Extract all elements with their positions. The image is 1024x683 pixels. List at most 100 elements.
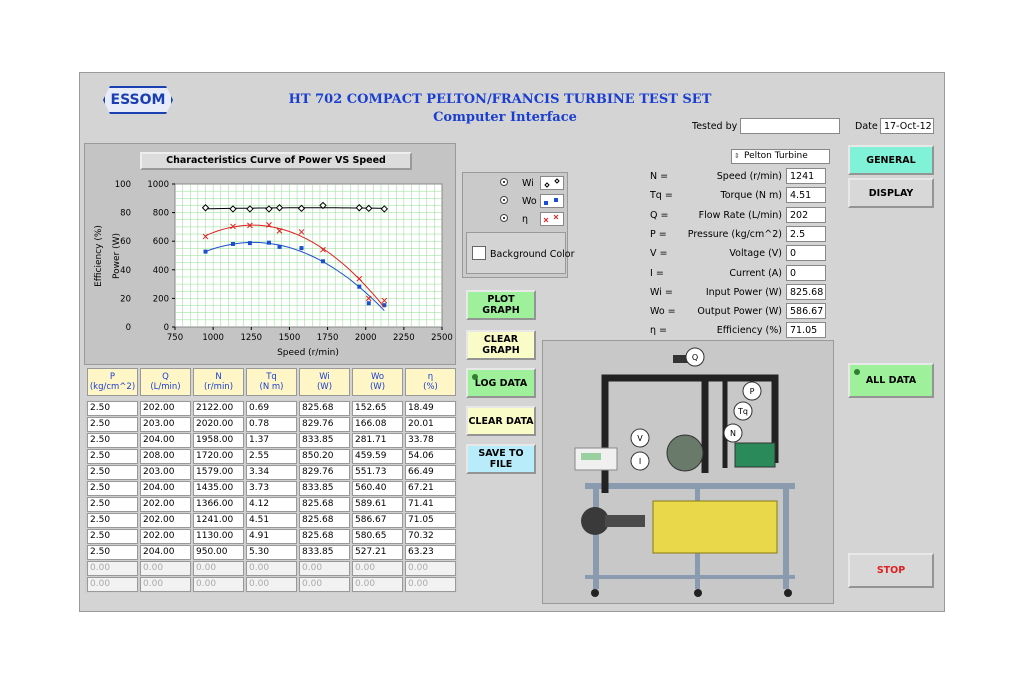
wheel	[784, 589, 792, 597]
table-cell: 586.67	[352, 513, 403, 528]
pump	[581, 507, 609, 535]
sensor-label: Tq	[737, 407, 748, 416]
table-cell: 71.05	[405, 513, 456, 528]
legend-radio-eta[interactable]	[500, 214, 508, 225]
reading-value: 0	[786, 264, 826, 281]
table-cell: 71.41	[405, 497, 456, 512]
table-cell: 5.30	[246, 545, 297, 560]
reading-label: Output Power (W)	[697, 306, 782, 318]
reading-symbol: Tq =	[650, 190, 673, 202]
column-header-symbol: Q	[162, 372, 169, 382]
sensor-label: V	[637, 434, 643, 443]
reading-value: 4.51	[786, 187, 826, 204]
table-cell: 527.21	[352, 545, 403, 560]
table-row: 2.50 208.00 1720.00 2.55 850.20 459.59 54.06	[87, 449, 456, 464]
table-cell: 54.06	[405, 449, 456, 464]
data-point	[366, 301, 371, 306]
data-point	[299, 246, 304, 251]
y2-tick-label: 0	[126, 323, 131, 333]
reading-symbol: η =	[650, 325, 668, 337]
legend-radio-wo[interactable]	[500, 196, 508, 207]
table-cell: 1130.00	[193, 529, 244, 544]
table-cell: 589.61	[352, 497, 403, 512]
table-cell: 829.76	[299, 417, 350, 432]
pump-motor	[605, 515, 645, 527]
table-cell: 1958.00	[193, 433, 244, 448]
table-row: 2.50 202.00 1241.00 4.51 825.68 586.67 71.05	[87, 513, 456, 528]
turbine-select[interactable]: ⇕ Pelton Turbine	[731, 149, 830, 164]
table-cell: 2122.00	[193, 401, 244, 416]
table-row: 2.50 202.00 1130.00 4.91 825.68 580.65 70.32	[87, 529, 456, 544]
generator	[734, 442, 776, 468]
table-cell: 1579.00	[193, 465, 244, 480]
data-point	[203, 249, 208, 254]
all-data-led-icon	[854, 369, 860, 375]
reading-value: 71.05	[786, 322, 826, 339]
power-speed-chart: 02004006008001000 020406080100 750 1000 12…	[94, 180, 453, 358]
table-cell: 0.00	[193, 577, 244, 592]
table-cell: 202.00	[140, 401, 191, 416]
table-cell: 0.00	[193, 561, 244, 576]
reading-value: 586.67	[786, 303, 826, 320]
column-header-unit: (%)	[423, 382, 438, 392]
tested-by-input[interactable]	[740, 118, 840, 134]
y2-axis-label: Efficiency (%)	[94, 225, 104, 287]
table-cell: 3.73	[246, 481, 297, 496]
general-button[interactable]: GENERAL	[848, 145, 934, 175]
table-cell: 0.00	[87, 561, 138, 576]
legend-radio-wi[interactable]	[500, 178, 508, 189]
y-tick-label: 400	[153, 266, 169, 276]
legend-swatch-eta[interactable]	[540, 212, 564, 226]
column-header-unit: (W)	[369, 382, 386, 392]
table-cell: 2.50	[87, 481, 138, 496]
save-to-file-button[interactable]: SAVE TO FILE	[466, 444, 536, 474]
column-header: Tq (N m)	[246, 368, 297, 396]
table-cell: 2.50	[87, 401, 138, 416]
reading-value: 202	[786, 206, 826, 223]
plot-graph-button[interactable]: PLOT GRAPH	[466, 290, 536, 320]
column-header: Wo (W)	[352, 368, 403, 396]
table-cell: 0.00	[405, 561, 456, 576]
legend-swatch-wi[interactable]	[540, 176, 564, 190]
sensor-label: P	[750, 387, 755, 396]
legend-label-wo: Wo	[522, 196, 537, 207]
legend-swatch-wo[interactable]	[540, 194, 564, 208]
table-cell: 560.40	[352, 481, 403, 496]
all-data-button[interactable]: ALL DATA	[848, 363, 934, 398]
column-header: Q (L/min)	[140, 368, 191, 396]
table-cell: 0.00	[246, 577, 297, 592]
x-tick-label: 1500	[279, 333, 301, 343]
reading-label: Current (A)	[729, 267, 782, 279]
column-header-symbol: Wo	[370, 372, 385, 382]
y-axis-label: Power (W)	[112, 233, 122, 279]
tested-by-label: Tested by	[692, 121, 738, 132]
table-cell: 833.85	[299, 433, 350, 448]
clear-data-button[interactable]: CLEAR DATA	[466, 406, 536, 436]
log-data-button[interactable]: LOG DATA	[466, 368, 536, 398]
frame-bottom	[585, 575, 795, 579]
stop-button[interactable]: STOP	[848, 553, 934, 588]
table-cell: 0.00	[299, 577, 350, 592]
table-cell: 204.00	[140, 481, 191, 496]
date-field[interactable]: 17-Oct-12	[880, 118, 934, 134]
frame-leg	[593, 489, 599, 589]
column-header-unit: (N m)	[259, 382, 284, 392]
sensor-label: Q	[692, 353, 698, 362]
spinner-icon[interactable]: ⇕	[734, 150, 740, 163]
table-cell: 0.00	[352, 577, 403, 592]
table-cell: 1435.00	[193, 481, 244, 496]
table-cell: 2.50	[87, 529, 138, 544]
table-cell: 1.37	[246, 433, 297, 448]
data-point	[277, 244, 282, 249]
background-color-swatch[interactable]	[472, 246, 486, 260]
table-cell: 63.23	[405, 545, 456, 560]
y-tick-label: 1000	[147, 180, 169, 190]
clear-graph-button[interactable]: CLEAR GRAPH	[466, 330, 536, 360]
display-button[interactable]: DISPLAY	[848, 178, 934, 208]
data-point	[247, 241, 252, 246]
table-cell: 2.50	[87, 465, 138, 480]
column-header-symbol: η	[427, 372, 434, 382]
table-cell: 204.00	[140, 545, 191, 560]
table-cell: 551.73	[352, 465, 403, 480]
reading-symbol: Wi =	[650, 286, 673, 298]
